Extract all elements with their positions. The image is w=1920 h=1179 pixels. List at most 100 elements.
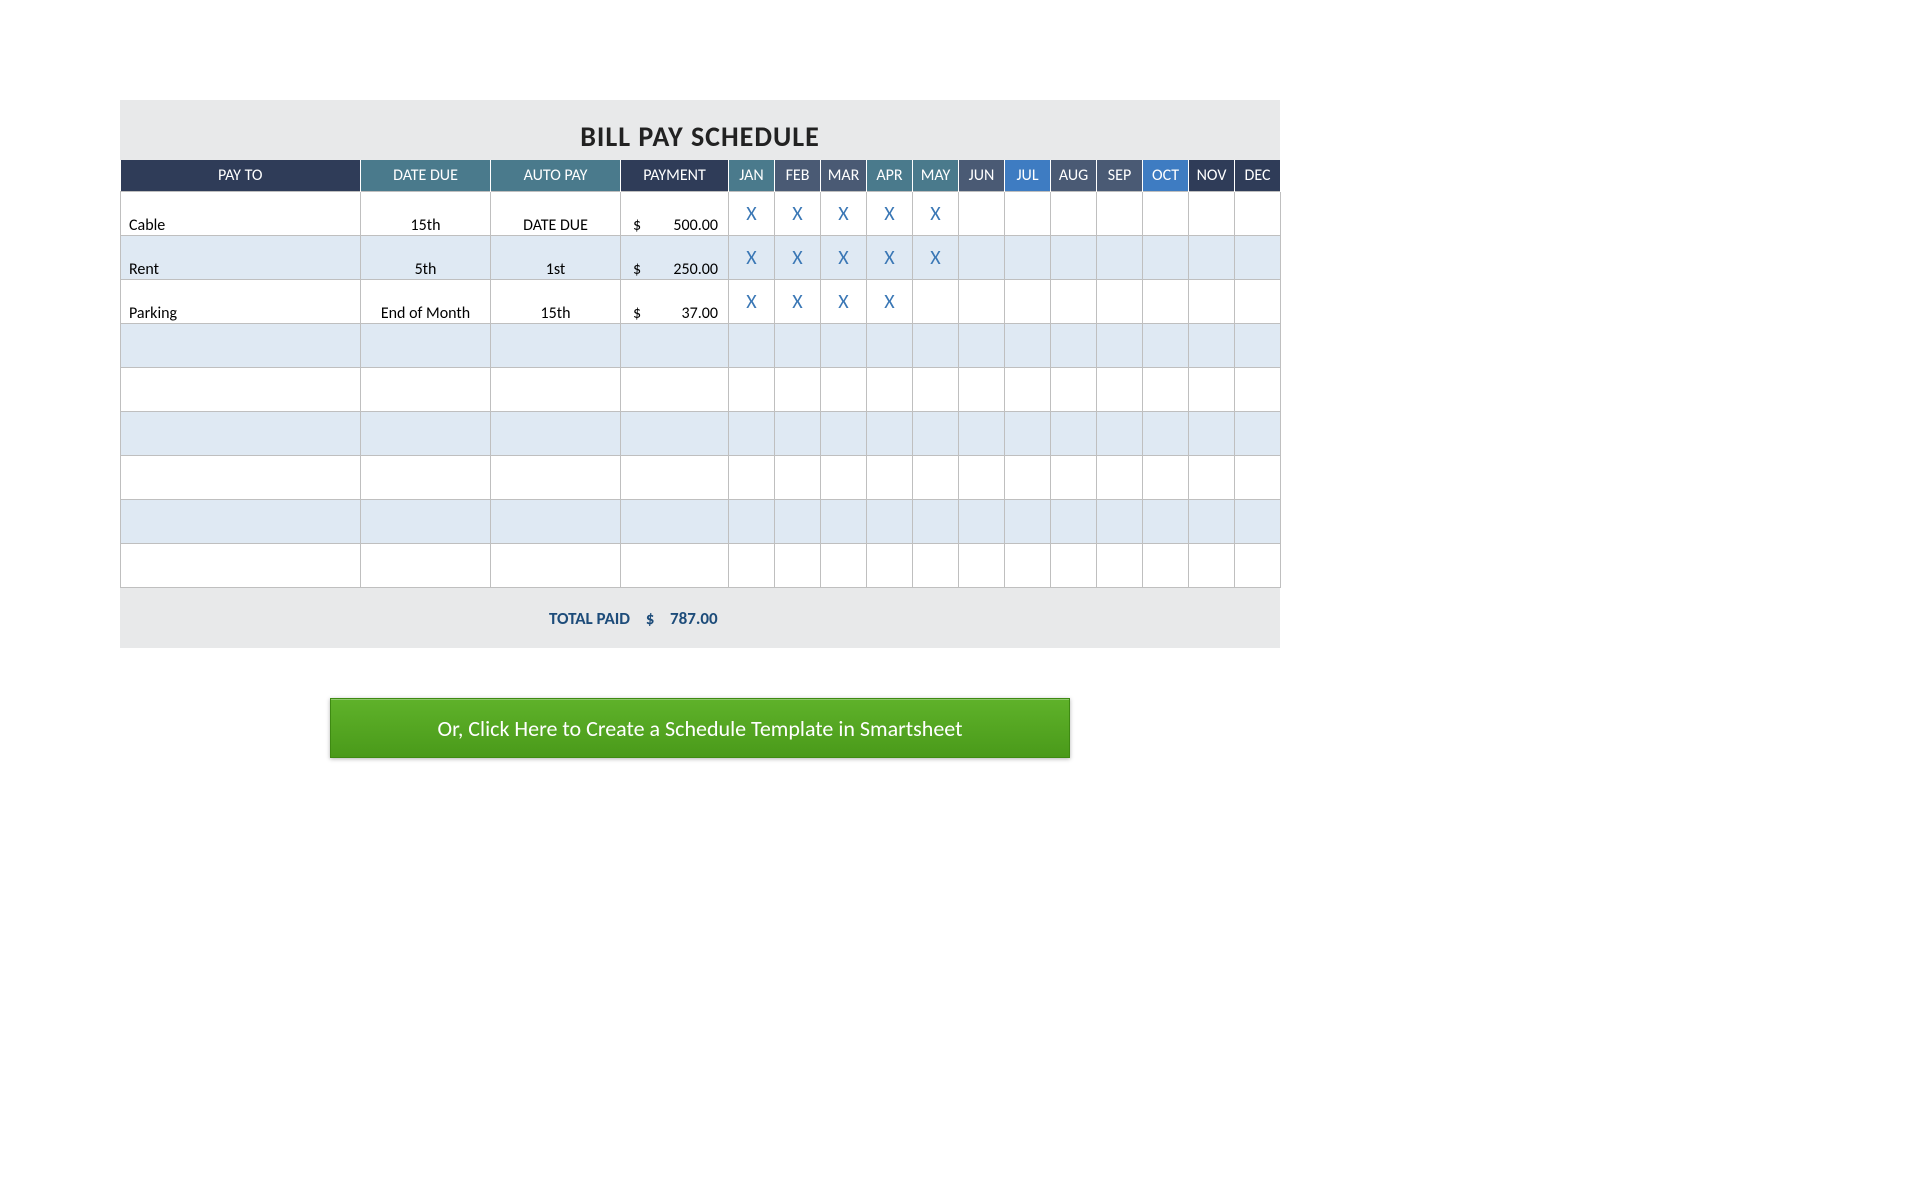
- cell-month-oct[interactable]: [1143, 500, 1189, 544]
- cell-payto[interactable]: Parking: [121, 280, 361, 324]
- cell-month-aug[interactable]: [1051, 192, 1097, 236]
- cell-month-apr[interactable]: [867, 544, 913, 588]
- cell-month-jul[interactable]: [1005, 192, 1051, 236]
- cell-month-dec[interactable]: [1235, 324, 1281, 368]
- cell-payto[interactable]: Rent: [121, 236, 361, 280]
- cell-month-jan[interactable]: [729, 412, 775, 456]
- cell-month-jan[interactable]: [729, 544, 775, 588]
- cell-month-feb[interactable]: [775, 544, 821, 588]
- cell-month-jan[interactable]: X: [729, 192, 775, 236]
- cell-month-jan[interactable]: [729, 368, 775, 412]
- cell-month-mar[interactable]: [821, 456, 867, 500]
- cell-month-feb[interactable]: [775, 500, 821, 544]
- cell-payment[interactable]: [621, 456, 729, 500]
- cell-month-may[interactable]: [913, 500, 959, 544]
- cell-month-oct[interactable]: [1143, 368, 1189, 412]
- cell-month-mar[interactable]: [821, 544, 867, 588]
- cell-month-jun[interactable]: [959, 368, 1005, 412]
- cell-month-mar[interactable]: [821, 324, 867, 368]
- cell-month-mar[interactable]: X: [821, 236, 867, 280]
- cell-month-apr[interactable]: [867, 500, 913, 544]
- cell-month-jun[interactable]: [959, 192, 1005, 236]
- cell-month-jan[interactable]: [729, 500, 775, 544]
- cell-month-apr[interactable]: [867, 368, 913, 412]
- cell-month-feb[interactable]: [775, 324, 821, 368]
- cell-month-nov[interactable]: [1189, 544, 1235, 588]
- cell-month-mar[interactable]: [821, 500, 867, 544]
- cell-month-jun[interactable]: [959, 324, 1005, 368]
- cell-payto[interactable]: [121, 456, 361, 500]
- cell-month-may[interactable]: [913, 368, 959, 412]
- cell-month-apr[interactable]: [867, 412, 913, 456]
- cell-month-feb[interactable]: [775, 368, 821, 412]
- cell-payment[interactable]: $500.00: [621, 192, 729, 236]
- cell-month-nov[interactable]: [1189, 368, 1235, 412]
- cell-month-jun[interactable]: [959, 456, 1005, 500]
- cell-month-aug[interactable]: [1051, 500, 1097, 544]
- cell-payment[interactable]: [621, 324, 729, 368]
- cell-date-due[interactable]: [361, 500, 491, 544]
- cell-month-aug[interactable]: [1051, 544, 1097, 588]
- cell-auto-pay[interactable]: [491, 324, 621, 368]
- cell-month-apr[interactable]: X: [867, 236, 913, 280]
- cell-month-feb[interactable]: X: [775, 192, 821, 236]
- cell-payment[interactable]: $37.00: [621, 280, 729, 324]
- cell-month-aug[interactable]: [1051, 324, 1097, 368]
- cell-date-due[interactable]: [361, 456, 491, 500]
- cell-month-may[interactable]: [913, 280, 959, 324]
- cell-month-mar[interactable]: [821, 368, 867, 412]
- cell-month-jun[interactable]: [959, 412, 1005, 456]
- cell-month-jul[interactable]: [1005, 368, 1051, 412]
- cell-month-may[interactable]: X: [913, 236, 959, 280]
- cell-month-dec[interactable]: [1235, 236, 1281, 280]
- cell-payto[interactable]: [121, 412, 361, 456]
- cell-month-jul[interactable]: [1005, 456, 1051, 500]
- cell-month-mar[interactable]: X: [821, 280, 867, 324]
- cell-month-jul[interactable]: [1005, 280, 1051, 324]
- cell-month-sep[interactable]: [1097, 500, 1143, 544]
- cell-auto-pay[interactable]: [491, 456, 621, 500]
- cell-month-sep[interactable]: [1097, 544, 1143, 588]
- cell-month-apr[interactable]: [867, 324, 913, 368]
- cell-payto[interactable]: [121, 368, 361, 412]
- cell-month-sep[interactable]: [1097, 280, 1143, 324]
- cell-date-due[interactable]: 5th: [361, 236, 491, 280]
- cell-month-sep[interactable]: [1097, 412, 1143, 456]
- cell-month-sep[interactable]: [1097, 368, 1143, 412]
- smartsheet-cta-button[interactable]: Or, Click Here to Create a Schedule Temp…: [330, 698, 1070, 758]
- cell-month-oct[interactable]: [1143, 192, 1189, 236]
- cell-month-apr[interactable]: X: [867, 192, 913, 236]
- cell-month-apr[interactable]: [867, 456, 913, 500]
- cell-month-sep[interactable]: [1097, 324, 1143, 368]
- cell-month-jan[interactable]: X: [729, 280, 775, 324]
- cell-month-oct[interactable]: [1143, 236, 1189, 280]
- cell-month-aug[interactable]: [1051, 368, 1097, 412]
- cell-month-jul[interactable]: [1005, 544, 1051, 588]
- cell-month-dec[interactable]: [1235, 368, 1281, 412]
- cell-month-oct[interactable]: [1143, 280, 1189, 324]
- cell-month-dec[interactable]: [1235, 280, 1281, 324]
- cell-month-dec[interactable]: [1235, 412, 1281, 456]
- cell-month-dec[interactable]: [1235, 544, 1281, 588]
- cell-month-nov[interactable]: [1189, 412, 1235, 456]
- cell-month-mar[interactable]: X: [821, 192, 867, 236]
- cell-month-sep[interactable]: [1097, 192, 1143, 236]
- cell-month-jan[interactable]: [729, 456, 775, 500]
- cell-month-mar[interactable]: [821, 412, 867, 456]
- cell-month-jun[interactable]: [959, 280, 1005, 324]
- cell-month-feb[interactable]: X: [775, 280, 821, 324]
- cell-date-due[interactable]: [361, 412, 491, 456]
- cell-month-jun[interactable]: [959, 544, 1005, 588]
- cell-month-oct[interactable]: [1143, 412, 1189, 456]
- cell-month-jun[interactable]: [959, 236, 1005, 280]
- cell-auto-pay[interactable]: [491, 544, 621, 588]
- cell-payto[interactable]: [121, 500, 361, 544]
- cell-month-dec[interactable]: [1235, 456, 1281, 500]
- cell-month-may[interactable]: [913, 456, 959, 500]
- cell-month-apr[interactable]: X: [867, 280, 913, 324]
- cell-date-due[interactable]: [361, 368, 491, 412]
- cell-month-aug[interactable]: [1051, 280, 1097, 324]
- cell-date-due[interactable]: [361, 544, 491, 588]
- cell-month-aug[interactable]: [1051, 236, 1097, 280]
- cell-month-dec[interactable]: [1235, 192, 1281, 236]
